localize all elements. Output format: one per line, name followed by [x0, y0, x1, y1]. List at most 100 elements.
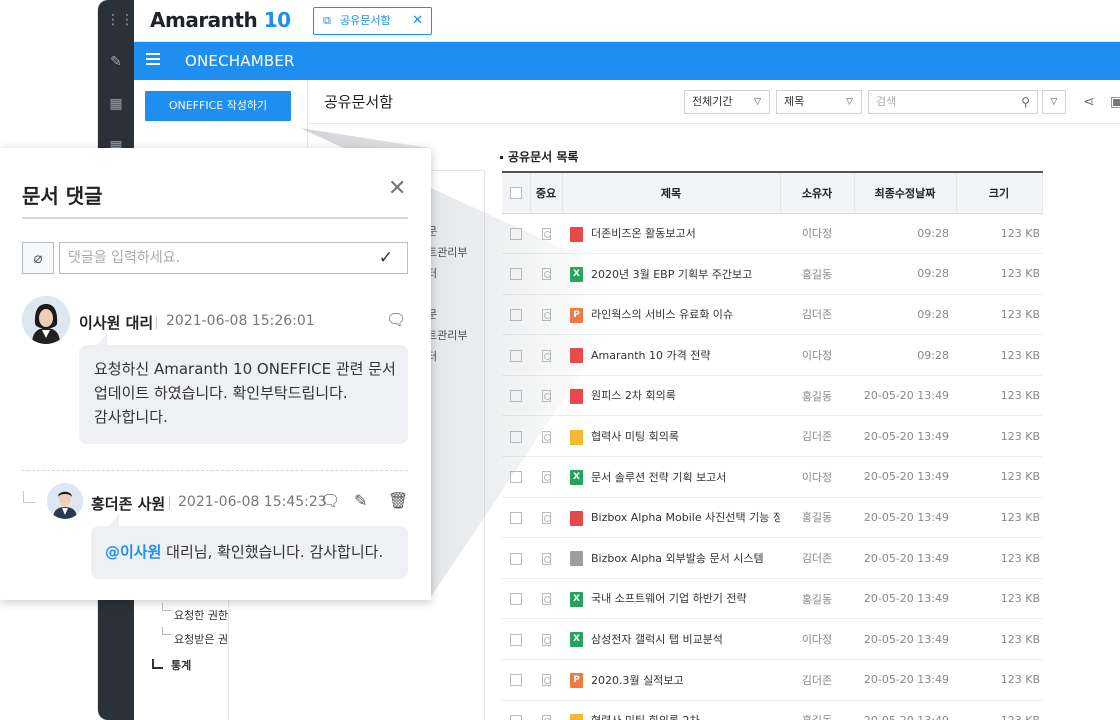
row-checkbox[interactable] [510, 714, 522, 720]
print-icon[interactable]: ▣ [1110, 90, 1120, 114]
row-checkbox[interactable] [510, 268, 522, 281]
important-cell[interactable] [530, 659, 562, 701]
title-cell[interactable]: X 문서 솔루션 전략 기획 보고서 [562, 456, 780, 498]
reply-icon[interactable]: 🗨 [320, 491, 340, 510]
menu-icon[interactable] [146, 53, 160, 67]
title-cell[interactable]: Bizbox Alpha 외부발송 문서 시스템 [562, 537, 780, 579]
write-oneffice-button[interactable]: ONEFFICE 작성하기 [145, 91, 291, 121]
open-document-tab[interactable]: ⧉ 공유문서함 ✕ [313, 7, 432, 35]
table-row[interactable]: Bizbox Alpha Mobile 사진선택 기능 정의 홍길동 20-05-2… [502, 497, 1042, 539]
title-cell[interactable]: 더존비즈온 활동보고서 [562, 213, 780, 255]
row-checkbox[interactable] [510, 471, 522, 484]
bookmark-icon[interactable] [541, 390, 551, 403]
select-all-checkbox[interactable] [509, 187, 522, 200]
document-title[interactable]: 문서 솔루션 전략 기획 보고서 [591, 471, 726, 484]
app-logo[interactable]: Amaranth 10 [150, 8, 291, 32]
document-title[interactable]: 국내 소프트웨어 기업 하반기 전략 [591, 592, 747, 605]
share-icon[interactable]: ⋖ [1083, 90, 1095, 114]
column-header-title[interactable]: 제목 [562, 171, 781, 214]
important-cell[interactable] [530, 213, 562, 255]
important-cell[interactable] [530, 578, 562, 620]
close-tab-icon[interactable]: ✕ [412, 8, 423, 34]
column-header-important[interactable]: 중요 [530, 171, 563, 214]
bookmark-icon[interactable] [541, 633, 551, 646]
document-title[interactable]: 더존비즈온 활동보고서 [591, 227, 696, 240]
table-row[interactable]: X 삼성전자 갤럭시 탭 비교분석 이다정 20-05-20 13:49 123 KB [502, 618, 1042, 661]
document-title[interactable]: Bizbox Alpha Mobile 사진선택 기능 정의 [591, 511, 780, 524]
select-all-cell[interactable] [502, 171, 531, 214]
document-title[interactable]: Amaranth 10 가격 전략 [591, 349, 710, 362]
row-checkbox[interactable] [510, 593, 522, 606]
row-select-cell[interactable] [502, 456, 530, 498]
row-select-cell[interactable] [502, 415, 530, 458]
tree-node[interactable]: 트관리부 [427, 244, 467, 260]
row-select-cell[interactable] [502, 294, 530, 336]
title-cell[interactable]: 협력사 미팅 회의록 [562, 415, 780, 458]
title-cell[interactable]: 협력사 미팅 회의록 2차 [562, 700, 780, 720]
field-select[interactable]: 제목 ▽ [776, 90, 862, 114]
important-cell[interactable] [530, 253, 562, 295]
document-title[interactable]: 2020년 3월 EBP 기획부 주간보고 [591, 268, 752, 281]
title-cell[interactable]: Amaranth 10 가격 전략 [562, 334, 780, 376]
row-select-cell[interactable] [502, 253, 530, 295]
comment-input[interactable]: 댓글을 입력하세요. ✓ [59, 242, 408, 274]
row-select-cell[interactable] [502, 497, 530, 539]
column-header-size[interactable]: 크기 [956, 171, 1043, 214]
row-checkbox[interactable] [510, 674, 522, 687]
important-cell[interactable] [530, 497, 562, 539]
document-title[interactable]: 협력사 미팅 회의록 2차 [591, 714, 700, 720]
row-checkbox[interactable] [510, 349, 522, 362]
important-cell[interactable] [530, 375, 562, 417]
table-row[interactable]: X 2020년 3월 EBP 기획부 주간보고 홍길동 09:28 123 KB [502, 253, 1042, 295]
important-cell[interactable] [530, 537, 562, 579]
row-checkbox[interactable] [510, 308, 522, 321]
bookmark-icon[interactable] [541, 268, 551, 281]
column-header-owner[interactable]: 소유자 [780, 171, 855, 214]
title-cell[interactable]: X 삼성전자 갤럭시 탭 비교분석 [562, 618, 780, 661]
document-title[interactable]: 원피스 2차 회의록 [591, 389, 676, 402]
row-select-cell[interactable] [502, 659, 530, 701]
table-row[interactable]: 협력사 미팅 회의록 2차 홍길동20-05-20 13:49123 KB [502, 700, 1042, 720]
row-checkbox[interactable] [510, 430, 522, 443]
row-select-cell[interactable] [502, 537, 530, 579]
document-title[interactable]: 라인웍스의 서비스 유료화 이슈 [591, 308, 733, 321]
apps-grid-icon[interactable]: ⋮⋮ [106, 10, 134, 30]
table-row[interactable]: P 라인웍스의 서비스 유료화 이슈 김더존 09:28 123 KB [502, 294, 1042, 336]
title-cell[interactable]: P 라인웍스의 서비스 유료화 이슈 [562, 294, 780, 336]
important-cell[interactable] [530, 618, 562, 661]
table-row[interactable]: 협력사 미팅 회의록 김더존 20-05-20 13:49 123 KB [502, 415, 1042, 458]
important-cell[interactable] [530, 334, 562, 376]
close-icon[interactable]: ✕ [388, 178, 406, 200]
important-cell[interactable] [530, 415, 562, 458]
document-title[interactable]: Bizbox Alpha 외부발송 문서 시스템 [591, 552, 764, 565]
document-title[interactable]: 삼성전자 갤럭시 탭 비교분석 [591, 633, 723, 646]
table-row[interactable]: Bizbox Alpha 외부발송 문서 시스템 김더존 20-05-20 13:4… [502, 537, 1042, 579]
row-checkbox[interactable] [510, 633, 522, 646]
table-row[interactable]: Amaranth 10 가격 전략 이다정 09:28 123 KB [502, 334, 1042, 376]
table-row[interactable]: 원피스 2차 회의록 홍길동 20-05-20 13:49 123 KB [502, 375, 1042, 417]
important-cell[interactable] [530, 456, 562, 498]
title-cell[interactable]: X 국내 소프트웨어 기업 하반기 전략 [562, 578, 780, 620]
important-cell[interactable] [530, 294, 562, 336]
bookmark-icon[interactable] [541, 511, 551, 524]
title-cell[interactable]: Bizbox Alpha Mobile 사진선택 기능 정의 [562, 497, 780, 539]
important-cell[interactable] [530, 700, 562, 720]
column-header-modified[interactable]: 최종수정날짜 [854, 171, 957, 214]
table-row[interactable]: X 문서 솔루션 전략 기획 보고서 이다정 20-05-20 13:49 123 KB [502, 456, 1042, 498]
row-select-cell[interactable] [502, 213, 530, 255]
bookmark-icon[interactable] [541, 349, 551, 362]
title-cell[interactable]: X 2020년 3월 EBP 기획부 주간보고 [562, 253, 780, 295]
row-checkbox[interactable] [510, 552, 522, 565]
document-title[interactable]: 협력사 미팅 회의록 [591, 430, 679, 443]
reply-icon[interactable]: 🗨 [386, 310, 406, 329]
title-cell[interactable]: 원피스 2차 회의록 [562, 375, 780, 417]
table-row[interactable]: X 국내 소프트웨어 기업 하반기 전략 홍길동 20-05-20 13:49 123 … [502, 578, 1042, 620]
calendar-icon[interactable]: ▦ [106, 94, 126, 114]
table-row[interactable]: 더존비즈온 활동보고서 이다정 09:28 123 KB [502, 213, 1042, 255]
row-select-cell[interactable] [502, 618, 530, 661]
row-checkbox[interactable] [510, 227, 522, 240]
mention-link[interactable]: @이사원 [105, 543, 161, 561]
bookmark-icon[interactable] [541, 227, 551, 240]
sidebar-item-requested[interactable]: 요청한 권한 [174, 607, 228, 623]
bookmark-icon[interactable] [541, 593, 551, 606]
